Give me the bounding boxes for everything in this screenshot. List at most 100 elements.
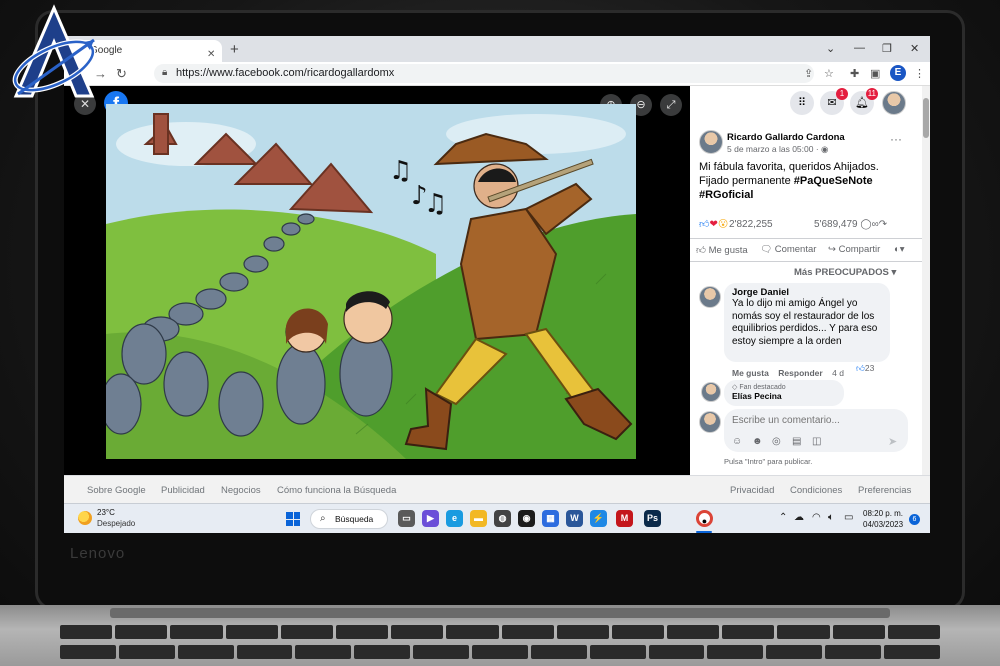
taskbar-search[interactable]: ⌕ Búsqueda bbox=[310, 509, 388, 529]
speech-bubble-icon: 🗨︎ bbox=[760, 244, 773, 255]
share-arrow-icon: ↷ bbox=[878, 219, 888, 230]
task-view-icon[interactable]: ▭ bbox=[398, 510, 415, 527]
restore-icon[interactable]: ❐ bbox=[882, 42, 892, 55]
footer-how-search-link[interactable]: Cómo funciona la Búsqueda bbox=[277, 485, 396, 496]
battery-icon[interactable]: ▭ bbox=[844, 512, 853, 523]
weather-sun-icon[interactable] bbox=[78, 511, 92, 525]
fullscreen-icon[interactable]: ⤢ bbox=[660, 94, 682, 116]
commenter-avatar[interactable] bbox=[699, 286, 721, 308]
comment-bubble: ◇ Fan destacado Elías Pecina bbox=[724, 380, 844, 406]
photoshop-icon[interactable]: Ps bbox=[644, 510, 661, 527]
laptop-hinge bbox=[110, 608, 890, 618]
windows-start-icon[interactable] bbox=[286, 512, 300, 526]
word-icon[interactable]: W bbox=[566, 510, 583, 527]
close-window-icon[interactable]: ✕ bbox=[910, 42, 919, 55]
clock-time[interactable]: 08:20 p. m. bbox=[863, 509, 903, 518]
lock-icon: 🔒︎ bbox=[162, 67, 168, 78]
comment-reply-link[interactable]: Responder bbox=[778, 368, 822, 378]
tray-chevron-icon[interactable]: ⌃ bbox=[779, 512, 787, 523]
hashtag-link[interactable]: #PaQueSeNote bbox=[794, 175, 873, 187]
audience-selector-icon[interactable]: ◐▾ bbox=[894, 244, 905, 255]
send-icon[interactable]: ➤ bbox=[888, 435, 897, 448]
reload-icon[interactable]: ↻ bbox=[116, 66, 127, 82]
minimize-icon[interactable]: — bbox=[854, 42, 865, 54]
sticker-icon[interactable]: ◫ bbox=[812, 436, 821, 447]
comment-composer[interactable]: ☺ ☻ ◎ ▤ ◫ ➤ bbox=[724, 409, 908, 452]
account-avatar[interactable] bbox=[882, 91, 906, 115]
like-button[interactable]: 👍︎ Me gusta bbox=[696, 244, 748, 256]
address-bar[interactable]: 🔒︎ https://www.facebook.com/ricardogalla… bbox=[154, 64, 814, 83]
footer-business-link[interactable]: Negocios bbox=[221, 485, 261, 496]
notification-center-badge[interactable]: 6 bbox=[909, 514, 920, 525]
comment-count[interactable]: 5'689,479 bbox=[814, 219, 858, 230]
more-options-icon[interactable]: ··· bbox=[890, 132, 902, 146]
comment-sort-dropdown[interactable]: Más PREOCUPADOS ▾ bbox=[794, 267, 896, 278]
camera-icon[interactable]: ◎ bbox=[772, 436, 781, 447]
avatar-sticker-icon[interactable]: ☺ bbox=[732, 436, 742, 447]
volume-icon[interactable]: 🔈︎ bbox=[828, 512, 834, 523]
share-button[interactable]: ↪ Compartir bbox=[828, 244, 880, 255]
footer-terms-link[interactable]: Condiciones bbox=[790, 485, 842, 496]
post-author[interactable]: Ricardo Gallardo Cardona bbox=[727, 132, 845, 143]
footer-about-link[interactable]: Sobre Google bbox=[87, 485, 146, 496]
footer-settings-link[interactable]: Preferencias bbox=[858, 485, 911, 496]
author-avatar[interactable] bbox=[699, 130, 723, 154]
teams-icon[interactable]: ▶ bbox=[422, 510, 439, 527]
keyboard-row bbox=[60, 645, 940, 659]
mcafee-icon[interactable]: M bbox=[616, 510, 633, 527]
tab-close-icon[interactable]: ✕ bbox=[207, 49, 215, 60]
post-date[interactable]: 5 de marzo a las 05:00 · bbox=[727, 144, 821, 154]
clock-date[interactable]: 04/03/2023 bbox=[863, 520, 903, 529]
app-icon[interactable]: ◍ bbox=[494, 510, 511, 527]
profile-avatar[interactable]: E bbox=[890, 65, 906, 81]
share-icon[interactable]: ⇪ bbox=[804, 67, 813, 80]
footer-ads-link[interactable]: Publicidad bbox=[161, 485, 205, 496]
chrome-icon[interactable]: ● bbox=[696, 510, 713, 527]
utility-icon[interactable]: ⚡ bbox=[590, 510, 607, 527]
scrollbar-thumb[interactable] bbox=[923, 98, 929, 138]
active-app-indicator bbox=[696, 531, 712, 533]
file-explorer-icon[interactable]: ▬ bbox=[470, 510, 487, 527]
weather-condition[interactable]: Despejado bbox=[97, 519, 135, 528]
store-icon[interactable]: ▦ bbox=[542, 510, 559, 527]
extensions-icon[interactable]: ✚ bbox=[850, 67, 859, 80]
comment-like-link[interactable]: Me gusta bbox=[732, 368, 769, 378]
bell-icon[interactable]: 🔔︎ 11 bbox=[850, 88, 878, 115]
wifi-icon[interactable]: ◠ bbox=[812, 512, 821, 523]
infinity-icon: ∞ bbox=[871, 219, 879, 230]
gif-icon[interactable]: ▤ bbox=[792, 436, 801, 447]
comment-button[interactable]: 🗨︎ Comentar bbox=[760, 244, 816, 255]
messenger-icon[interactable]: ✉ 1 bbox=[820, 88, 848, 115]
like-label: Me gusta bbox=[708, 245, 748, 256]
panel-scrollbar[interactable] bbox=[922, 86, 930, 475]
keyboard-row bbox=[60, 625, 940, 639]
reaction-count[interactable]: 2'822,255 bbox=[729, 219, 773, 230]
sort-label: Más PREOCUPADOS bbox=[794, 267, 889, 278]
sidepanel-icon[interactable]: ▣ bbox=[870, 67, 880, 80]
comment-label: Comentar bbox=[774, 244, 817, 255]
apps-grid-icon[interactable]: ⠿ bbox=[790, 91, 814, 115]
camera-app-icon[interactable]: ◉ bbox=[518, 510, 535, 527]
comment-reaction-count[interactable]: 23 bbox=[865, 363, 874, 373]
star-icon[interactable]: ☆ bbox=[824, 67, 834, 80]
reaction-emoji-icons[interactable]: 👍︎❤︎😮︎ bbox=[699, 218, 728, 230]
kebab-menu-icon[interactable]: ⋮ bbox=[914, 67, 925, 80]
cloud-icon[interactable]: ☁ bbox=[794, 512, 804, 523]
hashtag-link[interactable]: #RGoficial bbox=[699, 189, 753, 201]
chevron-down-icon[interactable]: ⌄ bbox=[826, 42, 835, 55]
edge-icon[interactable]: e bbox=[446, 510, 463, 527]
emoji-icon[interactable]: ☻ bbox=[752, 436, 763, 447]
footer-privacy-link[interactable]: Privacidad bbox=[730, 485, 774, 496]
comment-input[interactable] bbox=[732, 415, 902, 426]
svg-text:♫: ♫ bbox=[424, 189, 447, 219]
google-footer: Sobre Google Publicidad Negocios Cómo fu… bbox=[64, 475, 930, 503]
commenter-avatar[interactable] bbox=[701, 382, 721, 402]
weather-temperature[interactable]: 23°C bbox=[97, 508, 115, 517]
my-avatar bbox=[699, 411, 721, 433]
new-tab-button[interactable]: + bbox=[230, 41, 239, 58]
comment-age[interactable]: 4 d bbox=[832, 368, 844, 378]
commenter-name[interactable]: Elías Pecina bbox=[732, 391, 836, 401]
reactions-row: 👍︎❤︎😮︎ 2'822,255 5'689,479 ◯∞↷ bbox=[699, 218, 914, 232]
thumbs-up-icon: 👍︎ bbox=[696, 245, 706, 256]
commenter-name[interactable]: Jorge Daniel bbox=[732, 287, 882, 298]
